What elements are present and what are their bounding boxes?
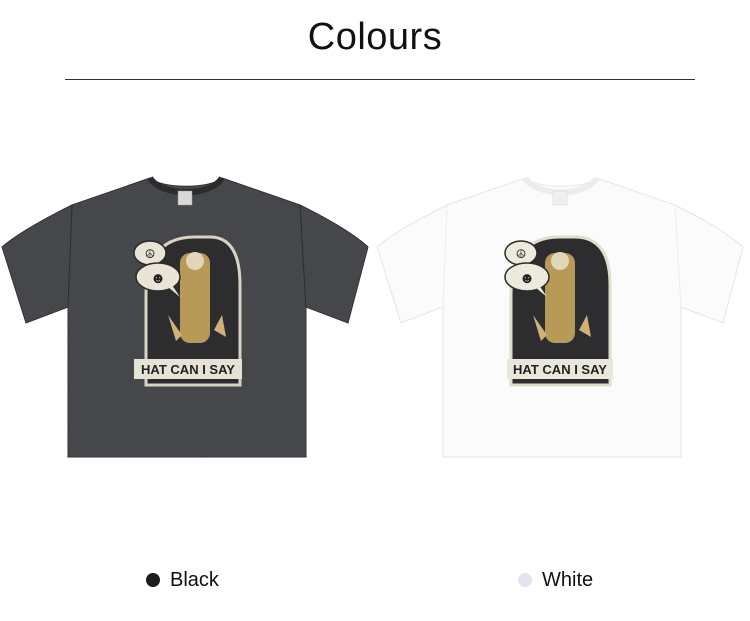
colour-option-black[interactable]: Black [146, 566, 219, 594]
color-label-white: White [542, 568, 594, 591]
svg-text:☮: ☮ [516, 247, 527, 261]
graphic-caption: HAT CAN I SAY [513, 362, 607, 377]
graphic-caption: HAT CAN I SAY [141, 362, 235, 377]
svg-text:☮: ☮ [145, 247, 156, 261]
title-divider [65, 79, 695, 80]
color-swatch-white[interactable] [518, 573, 532, 587]
color-label-black: Black [170, 568, 219, 591]
svg-text:☻: ☻ [519, 270, 535, 287]
product-image-black[interactable]: ☮ ☻ HAT CAN I SAY [0, 175, 375, 460]
tshirt-icon: ☮ ☻ HAT CAN I SAY [1, 176, 369, 458]
tshirt-icon: ☮ ☻ HAT CAN I SAY [376, 176, 744, 458]
color-swatch-black[interactable] [146, 573, 160, 587]
colour-option-white[interactable]: White [518, 566, 593, 594]
page-title: Colours [307, 16, 443, 58]
product-image-white[interactable]: ☮ ☻ HAT CAN I SAY [375, 175, 750, 460]
svg-text:☻: ☻ [150, 270, 166, 287]
